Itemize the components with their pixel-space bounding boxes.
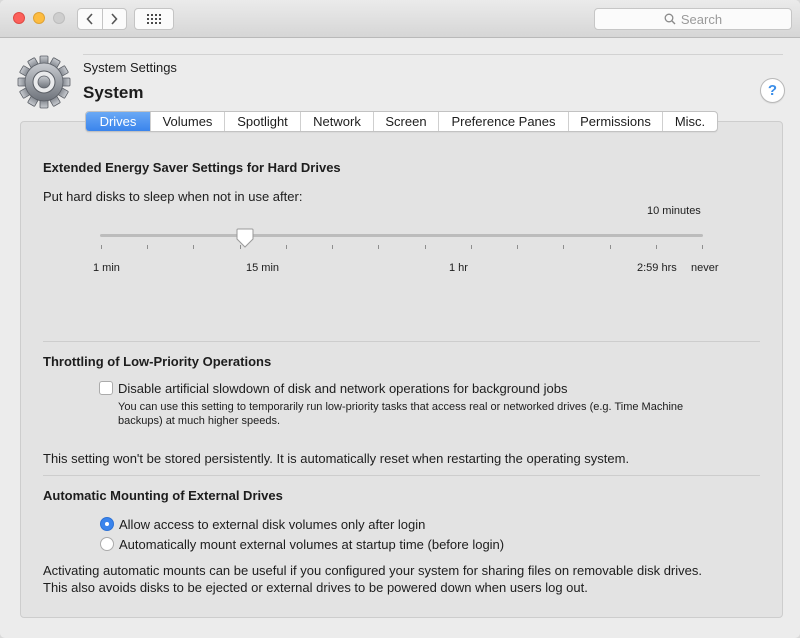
back-button[interactable] (78, 9, 102, 29)
tab-drives[interactable]: Drives (86, 112, 150, 131)
app-grid-icon (147, 14, 161, 24)
sleep-value-label: 10 minutes (647, 205, 701, 217)
tab-screen[interactable]: Screen (373, 112, 438, 131)
slider-tick (286, 245, 287, 249)
breadcrumb: System Settings (83, 60, 177, 75)
throttling-note: This setting won't be stored persistentl… (43, 451, 630, 466)
slider-tick (101, 245, 102, 249)
sleep-slider-track[interactable] (100, 234, 703, 237)
help-question-icon: ? (767, 82, 778, 99)
forward-button[interactable] (101, 9, 127, 29)
tab-network[interactable]: Network (300, 112, 373, 131)
slider-tick (425, 245, 426, 249)
slider-tick (563, 245, 564, 249)
radio-mount-after-login[interactable] (100, 517, 114, 531)
zoom-window-button[interactable] (53, 12, 65, 24)
search-icon (664, 13, 676, 25)
slider-tick (147, 245, 148, 249)
tab-spotlight[interactable]: Spotlight (224, 112, 300, 131)
scale-label-2-59-hrs: 2:59 hrs (637, 262, 677, 274)
radio-mount-after-login-label[interactable]: Allow access to external disk volumes on… (119, 517, 425, 532)
slider-tick (378, 245, 379, 249)
slider-tick (193, 245, 194, 249)
tab-preference-panes[interactable]: Preference Panes (438, 112, 568, 131)
section-divider (43, 341, 760, 342)
system-gear-icon (17, 55, 71, 109)
mounting-note-line-2: This also avoids disks to be ejected or … (43, 580, 588, 595)
show-all-button[interactable] (134, 8, 174, 30)
slider-tick (610, 245, 611, 249)
tab-bar: Drives Volumes Spotlight Network Screen … (85, 111, 718, 132)
page-title: System (83, 83, 144, 102)
scale-label-1-hr: 1 hr (449, 262, 468, 274)
mounting-section-heading: Automatic Mounting of External Drives (43, 488, 283, 503)
radio-mount-at-startup[interactable] (100, 537, 114, 551)
minimize-window-button[interactable] (33, 12, 45, 24)
close-window-button[interactable] (13, 12, 25, 24)
slider-tick (332, 245, 333, 249)
scale-label-never: never (691, 262, 719, 274)
settings-window: Search System Settings System ? Drives V… (0, 0, 800, 638)
sleep-slider-thumb[interactable] (236, 228, 254, 248)
mounting-note-line-1: Activating automatic mounts can be usefu… (43, 563, 702, 578)
tab-misc[interactable]: Misc. (662, 112, 717, 131)
slider-tick (702, 245, 703, 249)
slider-tick (656, 245, 657, 249)
tab-volumes[interactable]: Volumes (150, 112, 224, 131)
help-button[interactable]: ? (760, 78, 785, 103)
sleep-prompt-label: Put hard disks to sleep when not in use … (43, 189, 303, 204)
tab-permissions[interactable]: Permissions (568, 112, 662, 131)
navigation-buttons (77, 8, 127, 30)
section-divider (43, 475, 760, 476)
toolbar: Search (0, 0, 800, 38)
search-placeholder: Search (680, 11, 723, 27)
scale-label-1-min: 1 min (93, 262, 120, 274)
disable-slowdown-checkbox[interactable] (99, 381, 113, 395)
radio-mount-at-startup-label[interactable]: Automatically mount external volumes at … (119, 537, 504, 552)
header-divider (83, 54, 783, 55)
slider-tick (471, 245, 472, 249)
energy-section-heading: Extended Energy Saver Settings for Hard … (43, 160, 341, 175)
forward-chevron-icon (111, 13, 118, 25)
scale-label-15-min: 15 min (246, 262, 280, 274)
throttling-help-line-2: backups) at much higher speeds. (118, 415, 281, 427)
slider-tick (517, 245, 518, 249)
disable-slowdown-label[interactable]: Disable artificial slowdown of disk and … (118, 381, 567, 396)
back-chevron-icon (86, 13, 93, 25)
throttling-section-heading: Throttling of Low-Priority Operations (43, 354, 272, 369)
search-field[interactable]: Search (594, 8, 792, 30)
throttling-help-line-1: You can use this setting to temporarily … (118, 401, 684, 413)
